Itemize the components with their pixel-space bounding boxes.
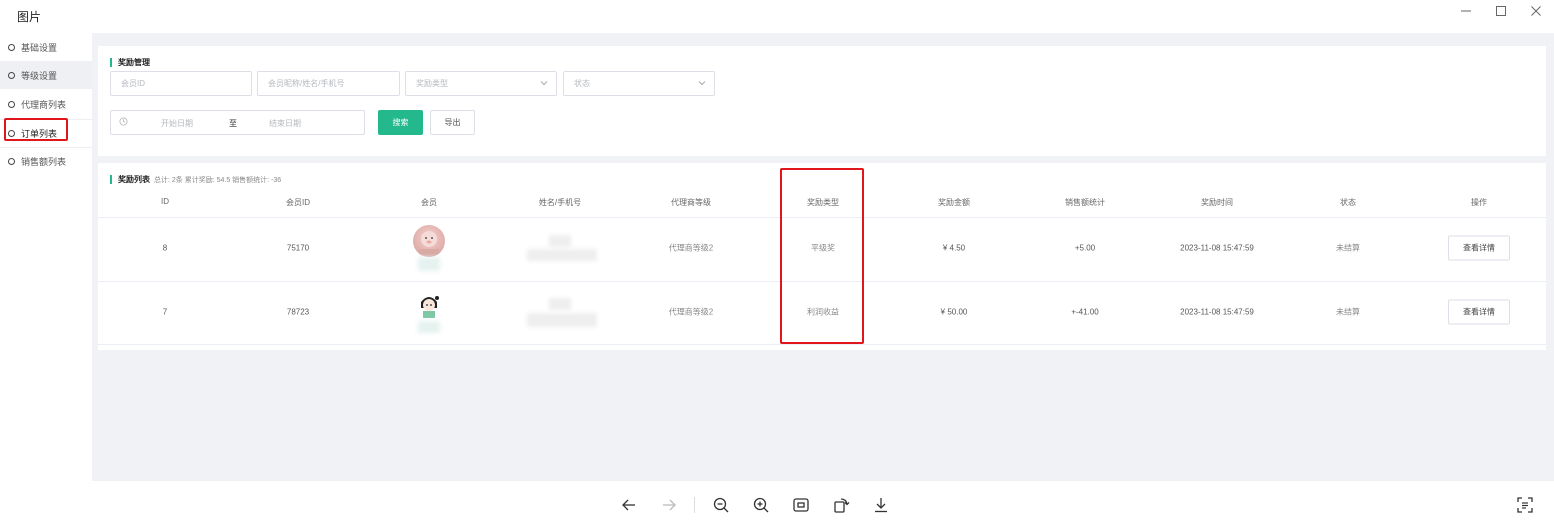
chevron-down-icon bbox=[698, 79, 706, 89]
phone-blurred bbox=[527, 313, 597, 327]
sidebar-item-label: 基础设置 bbox=[21, 42, 58, 53]
search-button[interactable]: 搜索 bbox=[378, 110, 423, 135]
arrow-left-icon[interactable] bbox=[617, 493, 641, 517]
member-name-blurred bbox=[418, 257, 440, 271]
sidebar-item-basic-settings[interactable]: 基础设置 bbox=[0, 33, 92, 61]
maximize-icon[interactable] bbox=[1486, 2, 1516, 20]
name-blurred bbox=[549, 298, 571, 310]
sidebar-item-sales-list[interactable]: 销售额列表 bbox=[0, 147, 92, 175]
cell-sales-total: +5.00 bbox=[1074, 243, 1096, 253]
accent-bar bbox=[110, 58, 112, 67]
cell-reward-amount: ¥ 50.00 bbox=[940, 307, 968, 317]
cell-member-id: 78723 bbox=[286, 307, 310, 317]
column-header-reward-time: 奖励时间 bbox=[1201, 198, 1233, 207]
ocr-icon[interactable] bbox=[1513, 493, 1537, 517]
sidebar-item-agent-list[interactable]: 代理商列表 bbox=[0, 90, 92, 118]
accent-bar bbox=[110, 175, 112, 184]
cell-reward-amount: ¥ 4.50 bbox=[942, 243, 966, 253]
reward-type-select[interactable]: 奖励类型 bbox=[405, 71, 557, 96]
column-header-status: 状态 bbox=[1340, 198, 1356, 207]
column-header-id: ID bbox=[161, 197, 169, 206]
member-name-blurred bbox=[418, 321, 440, 333]
toolbar-divider bbox=[694, 497, 695, 513]
circle-icon bbox=[8, 157, 15, 165]
cell-agent-level: 代理商等级2 bbox=[668, 307, 714, 317]
cell-status: 未结算 bbox=[1336, 243, 1360, 253]
sidebar-item-label: 等级设置 bbox=[21, 70, 58, 81]
column-header-agent-level: 代理商等级 bbox=[671, 198, 711, 207]
avatar bbox=[413, 290, 445, 322]
end-date-input[interactable]: 结束日期 bbox=[269, 118, 301, 129]
highlight-box-reward-type bbox=[780, 168, 864, 344]
avatar bbox=[413, 225, 445, 257]
column-header-name-phone: 姓名/手机号 bbox=[538, 198, 582, 207]
window-title: 图片 bbox=[17, 10, 42, 24]
column-header-reward-amount: 奖励金额 bbox=[938, 198, 970, 207]
cell-id: 7 bbox=[162, 307, 168, 317]
circle-icon bbox=[8, 43, 15, 51]
section-title: 奖励列表 总计: 2条 累计奖励: 54.5 销售额统计: -36 bbox=[110, 174, 281, 185]
filter-title: 奖励管理 bbox=[118, 58, 150, 67]
download-icon[interactable] bbox=[869, 493, 893, 517]
column-header-member-id: 会员ID bbox=[286, 198, 310, 207]
view-details-button[interactable]: 查看详情 bbox=[1448, 235, 1510, 261]
minimize-icon[interactable] bbox=[1451, 2, 1481, 20]
cell-sales-total: +-41.00 bbox=[1071, 307, 1099, 317]
filter-panel: 奖励管理 会员ID 会员昵称/姓名/手机号 奖励类型 状态 开始日期 至 结束日… bbox=[98, 46, 1546, 156]
window-titlebar: 图片 bbox=[0, 0, 1554, 30]
cell-status: 未结算 bbox=[1336, 307, 1360, 317]
export-button[interactable]: 导出 bbox=[430, 110, 475, 135]
cell-reward-time: 2023-11-08 15:47:59 bbox=[1180, 243, 1254, 253]
sidebar-item-level-settings[interactable]: 等级设置 bbox=[0, 61, 92, 89]
column-header-member: 会员 bbox=[421, 198, 437, 207]
view-details-button[interactable]: 查看详情 bbox=[1448, 299, 1510, 325]
fit-screen-icon[interactable] bbox=[789, 493, 813, 517]
table-divider bbox=[98, 344, 1546, 345]
zoom-in-icon[interactable] bbox=[749, 493, 773, 517]
range-separator: 至 bbox=[229, 119, 237, 128]
highlight-box-sidebar bbox=[4, 118, 68, 141]
rotate-icon[interactable] bbox=[829, 493, 853, 517]
cell-member-id: 75170 bbox=[286, 243, 310, 253]
list-title: 奖励列表 bbox=[118, 175, 150, 184]
list-summary: 总计: 2条 累计奖励: 54.5 销售额统计: -36 bbox=[154, 176, 282, 184]
name-blurred bbox=[549, 235, 571, 247]
member-name-input[interactable]: 会员昵称/姓名/手机号 bbox=[257, 71, 400, 96]
chevron-down-icon bbox=[540, 79, 548, 89]
arrow-right-icon[interactable] bbox=[657, 493, 681, 517]
sidebar-item-label: 销售额列表 bbox=[21, 156, 67, 167]
member-id-input[interactable]: 会员ID bbox=[110, 71, 252, 96]
status-placeholder: 状态 bbox=[574, 79, 590, 88]
circle-icon bbox=[8, 71, 15, 79]
sidebar: 基础设置 等级设置 代理商列表 订单列表 销售额列表 bbox=[0, 33, 92, 481]
start-date-input[interactable]: 开始日期 bbox=[161, 118, 193, 129]
cell-id: 8 bbox=[162, 243, 168, 253]
circle-icon bbox=[8, 100, 15, 108]
column-header-sales-total: 销售额统计 bbox=[1065, 198, 1105, 207]
clock-icon bbox=[119, 117, 128, 128]
status-select[interactable]: 状态 bbox=[563, 71, 715, 96]
date-range-picker[interactable]: 开始日期 至 结束日期 bbox=[110, 110, 365, 135]
cell-reward-time: 2023-11-08 15:47:59 bbox=[1180, 307, 1254, 317]
sidebar-item-label: 代理商列表 bbox=[21, 99, 67, 110]
image-viewer-toolbar bbox=[0, 481, 1554, 528]
column-header-action: 操作 bbox=[1471, 198, 1487, 207]
zoom-out-icon[interactable] bbox=[709, 493, 733, 517]
section-title: 奖励管理 bbox=[110, 57, 150, 68]
phone-blurred bbox=[527, 249, 597, 261]
close-icon[interactable] bbox=[1521, 2, 1551, 20]
cell-agent-level: 代理商等级2 bbox=[668, 243, 714, 253]
reward-type-placeholder: 奖励类型 bbox=[416, 79, 448, 88]
